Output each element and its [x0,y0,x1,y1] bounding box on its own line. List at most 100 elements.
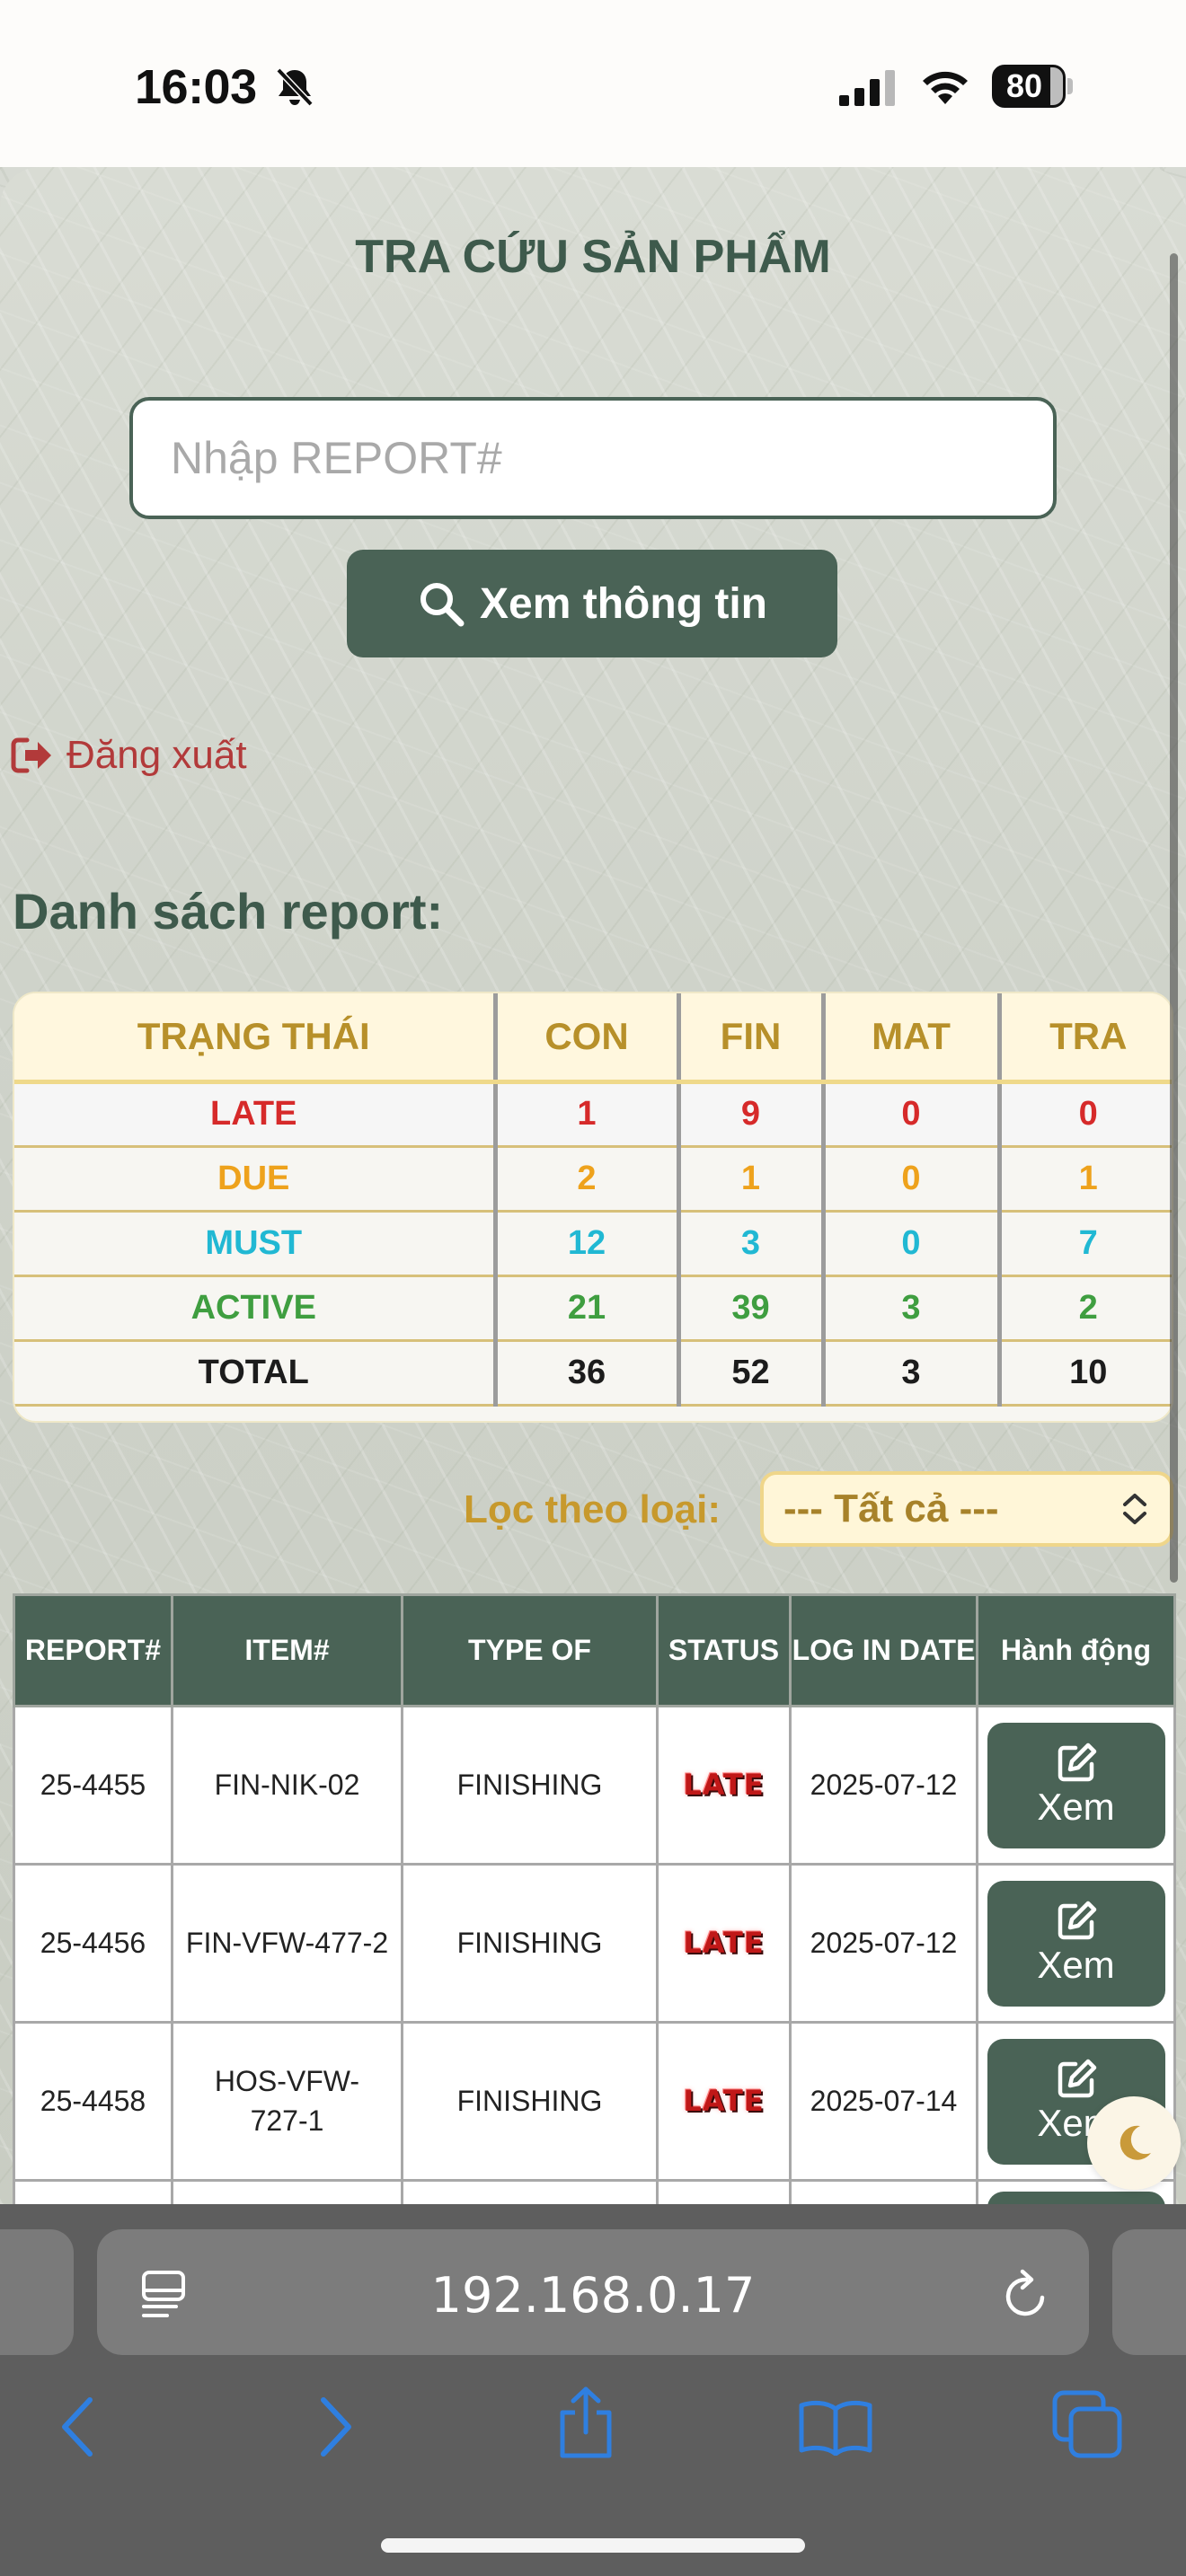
view-report-button[interactable]: Xem [987,1880,1165,2007]
type-of: FINISHING [401,1705,659,1866]
summary-row-total: TOTAL 36 52 3 10 [14,1340,1172,1407]
home-indicator[interactable] [381,2538,805,2553]
type-of: FINISHING [401,2021,659,2182]
status-badge: LATE [683,1925,765,1960]
col-header-type: TYPE OF [401,1593,659,1707]
report-table: REPORT# ITEM# TYPE OF STATUS LOG IN DATE… [13,1593,1176,2204]
summary-cell: 52 [678,1340,826,1407]
bell-slash-icon [276,67,314,107]
table-row [13,2179,1176,2204]
login-date: 2025-07-14 [789,2021,978,2182]
summary-header-mat: MAT [823,993,1002,1084]
viewport: 16:03 80 TRA CỨU SẢN PHẨM Nhập REPORT# X… [0,0,1186,2576]
status-summary-table: TRẠNG THÁI CON FIN MAT TRA LATE 1 9 0 0 … [13,992,1173,1423]
report-number: 25-4458 [13,2021,173,2182]
view-button-label: Xem [1037,1943,1115,1986]
view-report-button[interactable] [987,2191,1165,2204]
item-number: FIN-VFW-477-2 [171,1863,403,2024]
type-filter-select[interactable]: --- Tất cả --- [760,1471,1173,1547]
col-header-item: ITEM# [171,1593,403,1707]
view-info-label: Xem thông tin [480,579,767,628]
report-number: 25-4455 [13,1705,173,1866]
chevron-right-icon[interactable] [316,2393,356,2461]
summary-cell: 1 [999,1146,1172,1213]
summary-header-con: CON [495,993,681,1084]
cellular-signal-icon [839,70,895,106]
summary-row-late: LATE 1 9 0 0 [14,1081,1172,1148]
summary-cell: 1 [495,1081,681,1148]
address-bar[interactable]: 192.168.0.17 [97,2229,1089,2355]
summary-cell: 10 [999,1340,1172,1407]
login-date: 2025-07-12 [789,1863,978,2024]
book-icon[interactable] [798,2398,873,2456]
sign-out-icon [11,737,51,773]
col-header-status: STATUS [656,1593,792,1707]
page-title: TRA CỨU SẢN PHẨM [355,231,831,283]
login-date: 2025-07-12 [789,1705,978,1866]
page-scrollbar[interactable] [1170,253,1178,1583]
summary-status-label: LATE [14,1081,498,1148]
report-number: 25-4456 [13,1863,173,2024]
logout-label: Đăng xuất [66,733,247,777]
summary-cell: 3 [823,1275,1002,1342]
col-header-report: REPORT# [13,1593,173,1707]
summary-row-active: ACTIVE 21 39 3 2 [14,1275,1172,1342]
battery-indicator: 80 [992,65,1073,108]
edit-icon [1058,1742,1096,1781]
edit-icon [1058,1901,1096,1939]
summary-status-label: MUST [14,1211,498,1277]
type-of: FINISHING [401,1863,659,2024]
battery-level: 80 [1005,67,1043,104]
summary-cell: 7 [999,1211,1172,1277]
item-number: FIN-NIK-02 [171,1705,403,1866]
summary-cell: 0 [999,1081,1172,1148]
chevron-up-down-icon [1123,1494,1146,1524]
theme-toggle-button[interactable] [1087,2096,1181,2190]
summary-cell: 2 [999,1275,1172,1342]
report-search-input[interactable] [129,397,1057,519]
reload-icon[interactable] [1001,2269,1051,2321]
summary-row-must: MUST 12 3 0 7 [14,1211,1172,1277]
web-content: TRA CỨU SẢN PHẨM Xem thông tin Đăng xuất… [0,167,1186,2204]
main-panel: TRA CỨU SẢN PHẨM Xem thông tin Đăng xuất… [0,167,1186,2204]
report-list-title: Danh sách report: [13,883,444,940]
status-badge: LATE [683,2083,765,2118]
status-bar: 16:03 80 [0,0,1186,167]
status-time: 16:03 [135,60,257,114]
magnifier-icon [420,583,465,627]
summary-header-status: TRẠNG THÁI [14,993,498,1084]
summary-cell: 12 [495,1211,681,1277]
chevron-left-icon[interactable] [58,2393,97,2461]
table-row: 25-4456 FIN-VFW-477-2 FINISHING LATE 202… [13,1863,1176,2024]
view-report-button[interactable]: Xem [987,1722,1165,1848]
summary-cell: 3 [823,1340,1002,1407]
summary-cell: 0 [823,1211,1002,1277]
table-row: 25-4458 HOS-VFW-727-1 FINISHING LATE 202… [13,2021,1176,2182]
next-tab-preview[interactable] [1112,2229,1186,2355]
share-icon[interactable] [555,2386,616,2461]
edit-icon [1058,2059,1096,2097]
summary-header-tra: TRA [999,993,1172,1084]
summary-cell: 9 [678,1081,826,1148]
summary-cell: 3 [678,1211,826,1277]
battery-body: 80 [992,65,1066,108]
tabs-icon[interactable] [1051,2389,1123,2459]
summary-cell: 2 [495,1146,681,1213]
summary-header-fin: FIN [678,993,826,1084]
summary-cell: 1 [678,1146,826,1213]
col-header-action: Hành động [976,1593,1176,1707]
wifi-icon [923,71,968,104]
view-button-label: Xem [1037,1785,1115,1828]
summary-cell: 39 [678,1275,826,1342]
view-info-button[interactable]: Xem thông tin [347,550,837,657]
summary-cell: 21 [495,1275,681,1342]
url-text: 192.168.0.17 [430,2267,756,2324]
filter-label: Lọc theo loại: [464,1487,721,1531]
filter-selected-value: --- Tất cả --- [783,1486,999,1531]
status-badge: LATE [683,1767,765,1802]
logout-link[interactable]: Đăng xuất [11,733,247,778]
previous-tab-preview[interactable] [0,2229,74,2355]
moon-icon [1120,2125,1151,2160]
browser-toolbar: 192.168.0.17 [0,2204,1186,2576]
col-header-login-date: LOG IN DATE [789,1593,978,1707]
